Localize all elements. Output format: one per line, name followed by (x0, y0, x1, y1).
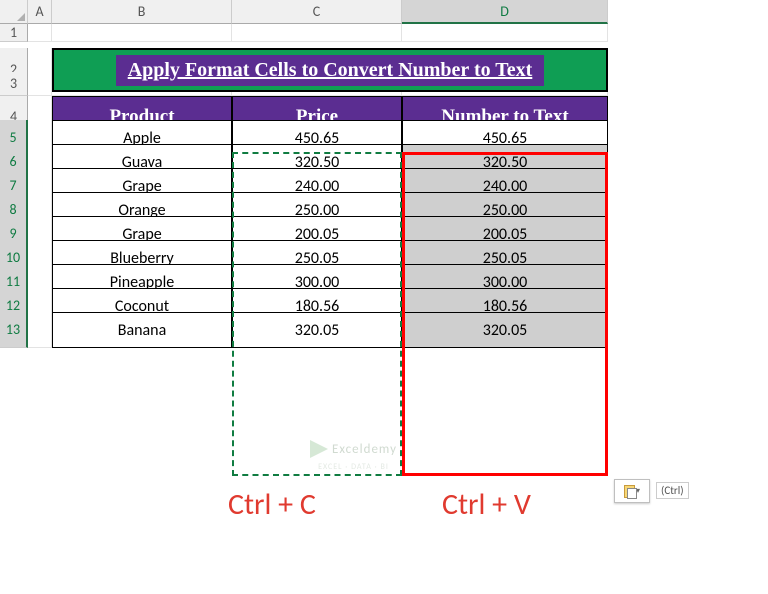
cell-A13[interactable] (28, 312, 52, 348)
cell-C1[interactable] (232, 24, 402, 42)
paste-options-tooltip: (Ctrl) (656, 482, 689, 499)
watermark-text: Exceldemy (332, 442, 397, 457)
spreadsheet-grid[interactable]: A B C D 1 2 Apply Format Cells to Conver… (0, 0, 768, 336)
watermark: Exceldemy EXCEL · DATA · BI (310, 440, 397, 472)
row-header-3[interactable]: 3 (0, 72, 28, 96)
cell-B1[interactable] (52, 24, 232, 42)
row-header-13[interactable]: 13 (0, 312, 28, 348)
row-header-1[interactable]: 1 (0, 24, 28, 42)
col-header-C[interactable]: C (232, 0, 402, 24)
select-all-corner[interactable] (0, 0, 28, 24)
watermark-subtext: EXCEL · DATA · BI (318, 462, 389, 472)
shortcut-copy-label: Ctrl + C (228, 486, 316, 523)
cell-price[interactable]: 320.05 (232, 312, 402, 348)
col-header-D[interactable]: D (402, 0, 608, 24)
cell-ntext[interactable]: 320.05 (402, 312, 608, 348)
watermark-icon (310, 440, 328, 458)
title-banner[interactable]: Apply Format Cells to Convert Number to … (52, 48, 608, 92)
col-header-B[interactable]: B (52, 0, 232, 24)
paste-options-button[interactable]: ▾ (614, 479, 650, 503)
cell-A3[interactable] (28, 72, 52, 96)
cell-D1[interactable] (402, 24, 608, 42)
shortcut-paste-label: Ctrl + V (442, 486, 531, 523)
cell-product[interactable]: Banana (52, 312, 232, 348)
clipboard-icon (624, 485, 635, 498)
page-title: Apply Format Cells to Convert Number to … (116, 55, 545, 86)
cell-A1[interactable] (28, 24, 52, 42)
col-header-A[interactable]: A (28, 0, 52, 24)
